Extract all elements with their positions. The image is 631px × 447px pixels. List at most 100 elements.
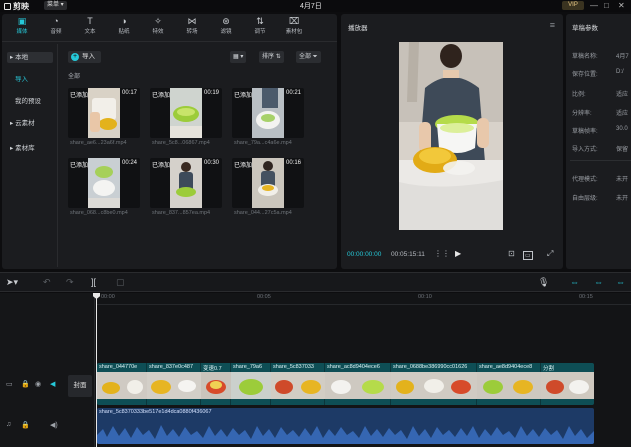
undo-icon[interactable]: ↶ <box>43 277 51 288</box>
prop-value: 适应 <box>616 92 629 98</box>
media-filename: share_5c8...06867.mp4 <box>152 140 210 146</box>
nav-library[interactable]: ▸ 素材库 <box>7 143 53 154</box>
nav-my-presets[interactable]: 我的预设 <box>7 96 53 107</box>
split-icon[interactable]: ][ <box>91 277 96 287</box>
media-filename: share_044...27c5a.mp4 <box>234 210 292 216</box>
clip-frames <box>477 372 541 399</box>
added-label: 已添加 <box>70 163 89 169</box>
volume-icon[interactable]: ◀) <box>50 421 58 429</box>
media-filename: share_837...857ea.mp4 <box>152 210 211 216</box>
media-thumbnail <box>88 88 120 138</box>
clip-frames <box>271 372 325 399</box>
tab-filter[interactable]: ⊛ 滤镜 <box>211 16 241 40</box>
filter-button[interactable]: 全部 ⏷ <box>296 51 321 63</box>
video-track[interactable]: share_044770e share_837e0c487 变速0.7 shar… <box>97 363 594 405</box>
redo-icon[interactable]: ↷ <box>66 277 74 288</box>
audio-track-icon[interactable]: ♫ <box>6 421 11 428</box>
track-lock-icon[interactable]: 🔒 <box>21 380 30 388</box>
tab-effects[interactable]: ✧ 特效 <box>143 16 173 40</box>
time-ruler[interactable]: 00:00 00:05 00:10 00:15 <box>96 293 631 305</box>
prop-value: 未开 <box>616 196 629 202</box>
track-visibility-icon[interactable]: ◉ <box>35 380 41 388</box>
prop-label: 代理模式: <box>572 177 598 183</box>
clip-label: share_79a6 <box>233 364 263 370</box>
media-thumbnail <box>88 158 120 208</box>
tab-sticker[interactable]: ◑ 贴纸 <box>109 16 139 40</box>
prop-value: 适应 <box>616 111 629 117</box>
project-title: 4月7日 <box>300 3 322 10</box>
track-lock-icon[interactable]: ▭ <box>6 380 13 388</box>
media-thumbnail <box>170 88 202 138</box>
clip-label: share_0688be386990cc01626 <box>393 364 468 370</box>
tab-label: 文本 <box>84 29 96 35</box>
clip-label: share_ac8d9404ece6 <box>327 364 380 370</box>
media-panel: ▣ 媒体 ◔ 音频 T 文本 ◑ 贴纸 ✧ 特效 ⋈ 转场 ⊛ 滤镜 ⇅ 调节 ⌧ 素材包 ▸ 本… <box>2 14 337 269</box>
video-clip[interactable]: 分割 <box>541 363 594 405</box>
clip-label: share_837e0c487 <box>149 364 194 370</box>
nav-cloud[interactable]: ▸ 云素材 <box>7 118 53 129</box>
video-clip[interactable]: share_ac8d9404ece6 <box>325 363 391 405</box>
video-clip[interactable]: 变速0.7 <box>201 363 231 405</box>
link-main-track-icon[interactable]: ⇔ <box>570 277 579 287</box>
tab-transition[interactable]: ⋈ 转场 <box>177 16 207 40</box>
auto-snap-icon[interactable]: ⇔ <box>594 277 603 287</box>
play-icon[interactable]: ▶ <box>455 249 461 258</box>
media-thumbnail <box>252 88 284 138</box>
preview-axis-icon[interactable]: ⇔ <box>616 277 625 287</box>
vip-badge[interactable]: VIP <box>562 1 584 10</box>
view-mode-button[interactable]: ▦ ▾ <box>230 51 247 63</box>
ruler-label: 00:10 <box>418 294 432 300</box>
tab-package[interactable]: ⌧ 素材包 <box>279 16 309 40</box>
prop-label: 比例: <box>572 92 586 98</box>
delete-icon[interactable]: ▢ <box>116 277 125 288</box>
media-card[interactable]: 已添加 00:17 <box>68 88 140 138</box>
maximize-icon[interactable]: □ <box>604 1 609 10</box>
prop-value: 4月7 <box>616 54 629 60</box>
audio-track[interactable]: share_5c8370333be517e1d4dca0880f436067 <box>97 408 594 444</box>
video-clip[interactable]: share_837e0c487 <box>147 363 201 405</box>
plus-icon: + <box>71 53 79 61</box>
track-audio-toggle-icon[interactable]: ◀ <box>50 380 55 388</box>
close-icon[interactable]: ✕ <box>618 1 625 10</box>
added-label: 已添加 <box>234 163 253 169</box>
cover-button[interactable]: 封面 <box>68 375 92 397</box>
select-cursor-icon[interactable]: ➤▾ <box>6 277 18 288</box>
media-card[interactable]: 已添加 00:24 <box>68 158 140 208</box>
effects-icon: ✧ <box>154 16 162 26</box>
adjust-icon: ⇅ <box>256 16 264 26</box>
tab-audio[interactable]: ◔ 音频 <box>41 16 71 40</box>
video-clip[interactable]: share_79a6 <box>231 363 271 405</box>
video-clip[interactable]: share_5c837033 <box>271 363 325 405</box>
minimize-icon[interactable]: — <box>590 1 598 10</box>
video-clip[interactable]: share_0688be386990cc01626 <box>391 363 477 405</box>
fit-screen-icon[interactable]: ⊡ <box>508 249 515 258</box>
duration-label: 00:24 <box>121 160 137 166</box>
tab-adjust[interactable]: ⇅ 调节 <box>245 16 275 40</box>
sticker-icon: ◑ <box>121 16 127 26</box>
menu-button[interactable]: 菜单 ▾ <box>44 1 67 10</box>
aspect-ratio-icon[interactable]: ▭ <box>523 251 533 260</box>
video-clip[interactable]: share_044770e <box>97 363 147 405</box>
import-button[interactable]: + 导入 <box>68 51 101 63</box>
prop-label: 导入方式: <box>572 147 598 153</box>
media-card[interactable]: 已添加 00:16 <box>232 158 304 208</box>
tab-text[interactable]: T 文本 <box>75 16 105 40</box>
track-lock-icon[interactable]: 🔒 <box>21 421 30 429</box>
sort-button[interactable]: 排序 ⇅ <box>259 51 284 63</box>
timeline-grid-icon[interactable]: ⋮⋮ <box>434 249 450 258</box>
fullscreen-icon[interactable]: ⤢ <box>547 249 553 259</box>
video-clip[interactable]: share_ae8d9404ece8 <box>477 363 541 405</box>
media-card[interactable]: 已添加 00:19 <box>150 88 222 138</box>
tab-media[interactable]: ▣ 媒体 <box>7 16 37 40</box>
tab-label: 媒体 <box>16 29 28 35</box>
nav-import[interactable]: 导入 <box>7 74 53 85</box>
hamburger-menu-icon[interactable]: ≡ <box>550 20 555 30</box>
tab-label: 调节 <box>254 29 266 35</box>
ruler-label: 00:00 <box>101 294 115 300</box>
microphone-icon[interactable]: 🎙 <box>538 277 549 288</box>
media-card[interactable]: 已添加 00:21 <box>232 88 304 138</box>
audio-waveform <box>97 425 594 444</box>
nav-local[interactable]: ▸ 本地 <box>7 52 53 63</box>
media-card[interactable]: 已添加 00:30 <box>150 158 222 208</box>
video-preview[interactable] <box>399 42 503 230</box>
